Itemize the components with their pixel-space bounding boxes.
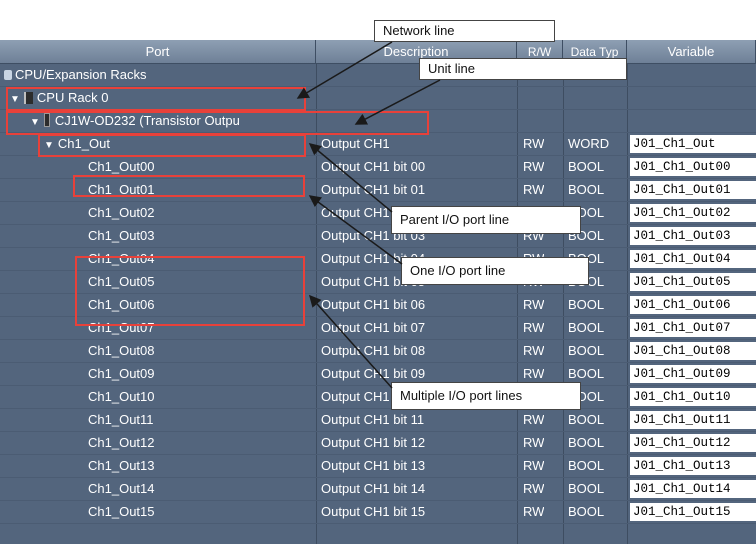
- arrow-unit-line: [354, 79, 441, 125]
- arrow-parent-port-line: [308, 143, 393, 213]
- arrow-one-port-line: [308, 195, 403, 265]
- arrow-network-line: [296, 41, 393, 99]
- arrow-multiple-port-lines: [309, 294, 393, 389]
- callout-arrows: [296, 41, 441, 389]
